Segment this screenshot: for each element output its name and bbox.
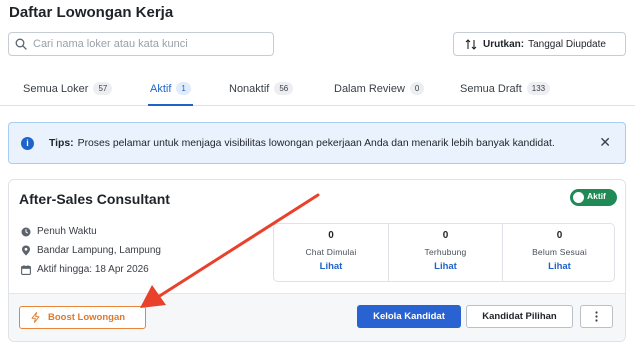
tips-banner: i Tips: Proses pelamar untuk menjaga vis… xyxy=(8,122,626,164)
tab-semua-draft[interactable]: Semua Draft 133 xyxy=(460,72,551,105)
boost-button[interactable]: Boost Lowongan xyxy=(19,306,146,329)
active-until: Aktif hingga: 18 Apr 2026 xyxy=(21,264,149,275)
stat-value: 0 xyxy=(442,230,449,241)
page-title: Daftar Lowongan Kerja xyxy=(9,4,174,21)
tab-label: Semua Draft xyxy=(460,82,522,95)
tab-count-badge: 0 xyxy=(409,82,425,95)
location-pin-icon xyxy=(22,245,30,256)
lightning-icon xyxy=(31,312,40,323)
stat-chat-dimulai: 0 Chat Dimulai Lihat xyxy=(274,224,388,281)
manage-candidates-button[interactable]: Kelola Kandidat xyxy=(357,305,461,328)
employment-type: Penuh Waktu xyxy=(21,226,97,237)
toggle-label: Aktif xyxy=(587,191,606,201)
stat-view-link[interactable]: Lihat xyxy=(274,261,388,272)
tab-label: Semua Loker xyxy=(23,82,89,95)
info-icon: i xyxy=(21,136,34,150)
stat-label: Terhubung xyxy=(424,247,467,257)
stat-view-link[interactable]: Lihat xyxy=(503,261,616,272)
active-until-text: Aktif hingga: 18 Apr 2026 xyxy=(37,264,149,275)
search-icon xyxy=(15,38,27,50)
boost-button-label: Boost Lowongan xyxy=(48,312,126,323)
tab-label: Aktif xyxy=(150,82,172,95)
candidate-stats: 0 Chat Dimulai Lihat 0 Terhubung Lihat 0… xyxy=(273,223,615,282)
search-bar[interactable] xyxy=(8,32,274,56)
more-options-button[interactable] xyxy=(580,305,613,328)
job-location: Bandar Lampung, Lampung xyxy=(21,245,161,256)
tips-label: Tips: xyxy=(49,137,74,149)
toggle-knob xyxy=(573,192,584,203)
sort-arrows-icon xyxy=(465,38,477,50)
status-tabs: Semua Loker 57 Aktif 1 Nonaktif 56 Dalam… xyxy=(0,72,635,106)
tab-nonaktif[interactable]: Nonaktif 56 xyxy=(229,72,294,105)
chosen-candidates-button[interactable]: Kandidat Pilihan xyxy=(466,305,573,328)
stat-value: 0 xyxy=(556,230,563,241)
stat-belum-sesuai: 0 Belum Sesuai Lihat xyxy=(502,224,616,281)
stat-terhubung: 0 Terhubung Lihat xyxy=(388,224,502,281)
stat-label: Belum Sesuai xyxy=(532,247,587,257)
employment-type-text: Penuh Waktu xyxy=(37,226,97,237)
tab-count-badge: 56 xyxy=(274,82,294,95)
calendar-icon xyxy=(21,264,31,275)
clock-icon xyxy=(21,227,31,236)
tab-label: Dalam Review xyxy=(334,82,405,95)
tab-aktif[interactable]: Aktif 1 xyxy=(148,72,193,106)
tab-count-badge: 133 xyxy=(526,82,551,95)
tab-dalam-review[interactable]: Dalam Review 0 xyxy=(334,72,425,105)
sort-label: Urutkan: xyxy=(483,38,525,50)
job-card-actions: Boost Lowongan Kelola Kandidat Kandidat … xyxy=(9,293,625,341)
tab-count-badge: 57 xyxy=(93,82,113,95)
sort-value: Tanggal Diupdate xyxy=(528,38,606,50)
close-icon[interactable]: ✕ xyxy=(599,135,611,149)
search-input[interactable] xyxy=(33,38,263,50)
job-title[interactable]: After-Sales Consultant xyxy=(19,191,170,207)
tab-label: Nonaktif xyxy=(229,82,270,95)
more-vertical-icon xyxy=(595,311,598,322)
tab-semua-loker[interactable]: Semua Loker 57 xyxy=(23,72,113,105)
tips-text: Proses pelamar untuk menjaga visibilitas… xyxy=(77,137,555,149)
stat-label: Chat Dimulai xyxy=(305,247,357,257)
job-location-text: Bandar Lampung, Lampung xyxy=(37,245,161,256)
stat-view-link[interactable]: Lihat xyxy=(389,261,502,272)
stat-value: 0 xyxy=(328,230,334,241)
status-toggle[interactable]: Aktif xyxy=(570,189,617,206)
tab-count-badge: 1 xyxy=(176,82,191,95)
sort-button[interactable]: Urutkan: Tanggal Diupdate xyxy=(453,32,626,56)
job-card: After-Sales Consultant Aktif Penuh Waktu… xyxy=(8,179,626,342)
